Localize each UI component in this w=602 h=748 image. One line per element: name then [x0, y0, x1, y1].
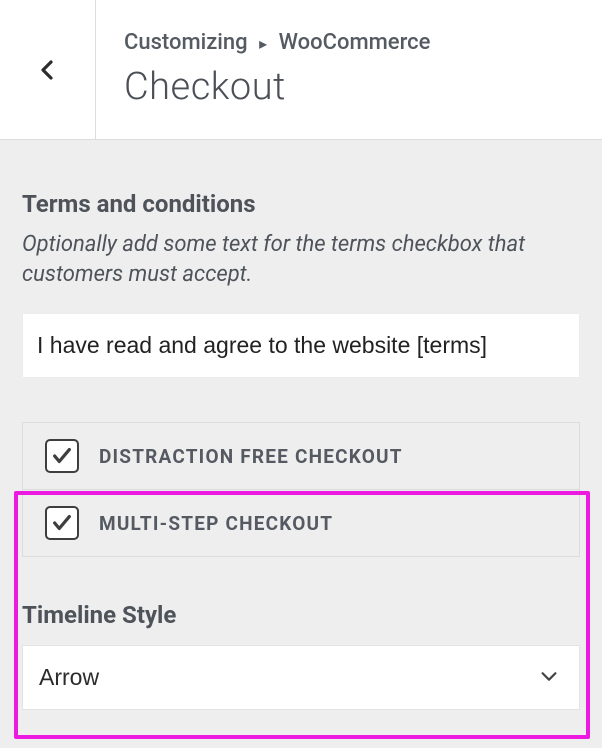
terms-heading: Terms and conditions [22, 190, 580, 218]
multi-step-checkbox[interactable] [45, 506, 79, 540]
distraction-free-row: DISTRACTION FREE CHECKOUT [23, 423, 579, 489]
timeline-select-wrapper [22, 645, 580, 710]
check-icon [51, 512, 73, 534]
distraction-free-label: DISTRACTION FREE CHECKOUT [99, 445, 403, 468]
chevron-left-icon [36, 58, 60, 82]
timeline-label: Timeline Style [22, 601, 580, 629]
timeline-style-select[interactable] [22, 645, 580, 710]
breadcrumb: Customizing ▸ WooCommerce [124, 30, 574, 55]
terms-description: Optionally add some text for the terms c… [22, 230, 580, 289]
terms-text-input[interactable] [22, 313, 580, 378]
breadcrumb-separator-icon: ▸ [259, 34, 267, 53]
content-panel: Terms and conditions Optionally add some… [0, 140, 602, 710]
checkout-options-group: DISTRACTION FREE CHECKOUT MULTI-STEP CHE… [22, 422, 580, 557]
multi-step-label: MULTI-STEP CHECKOUT [99, 512, 333, 535]
check-icon [51, 445, 73, 467]
timeline-section: Timeline Style [22, 601, 580, 710]
customizer-header: Customizing ▸ WooCommerce Checkout [0, 0, 602, 140]
back-button[interactable] [0, 0, 96, 139]
header-text: Customizing ▸ WooCommerce Checkout [96, 0, 602, 139]
multi-step-row: MULTI-STEP CHECKOUT [23, 489, 579, 556]
breadcrumb-prefix: Customizing [124, 30, 248, 55]
breadcrumb-current: WooCommerce [279, 30, 431, 55]
page-title: Checkout [124, 65, 574, 109]
distraction-free-checkbox[interactable] [45, 439, 79, 473]
